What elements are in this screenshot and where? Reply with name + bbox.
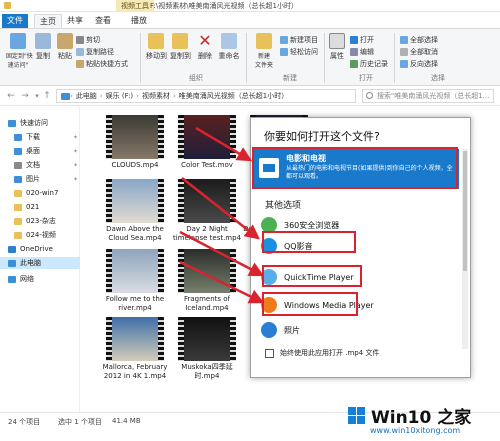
annotation-arrows bbox=[179, 126, 265, 304]
arrow-to-qq-player bbox=[181, 177, 260, 240]
windows-logo-icon bbox=[348, 407, 366, 425]
watermark-brand: Win10 之家 bbox=[371, 408, 472, 428]
watermark-url: www.win10xitong.com bbox=[370, 426, 461, 435]
watermark: Win10 之家 www.win10xitong.com bbox=[344, 402, 500, 441]
arrow-to-movies-tv bbox=[195, 126, 253, 162]
